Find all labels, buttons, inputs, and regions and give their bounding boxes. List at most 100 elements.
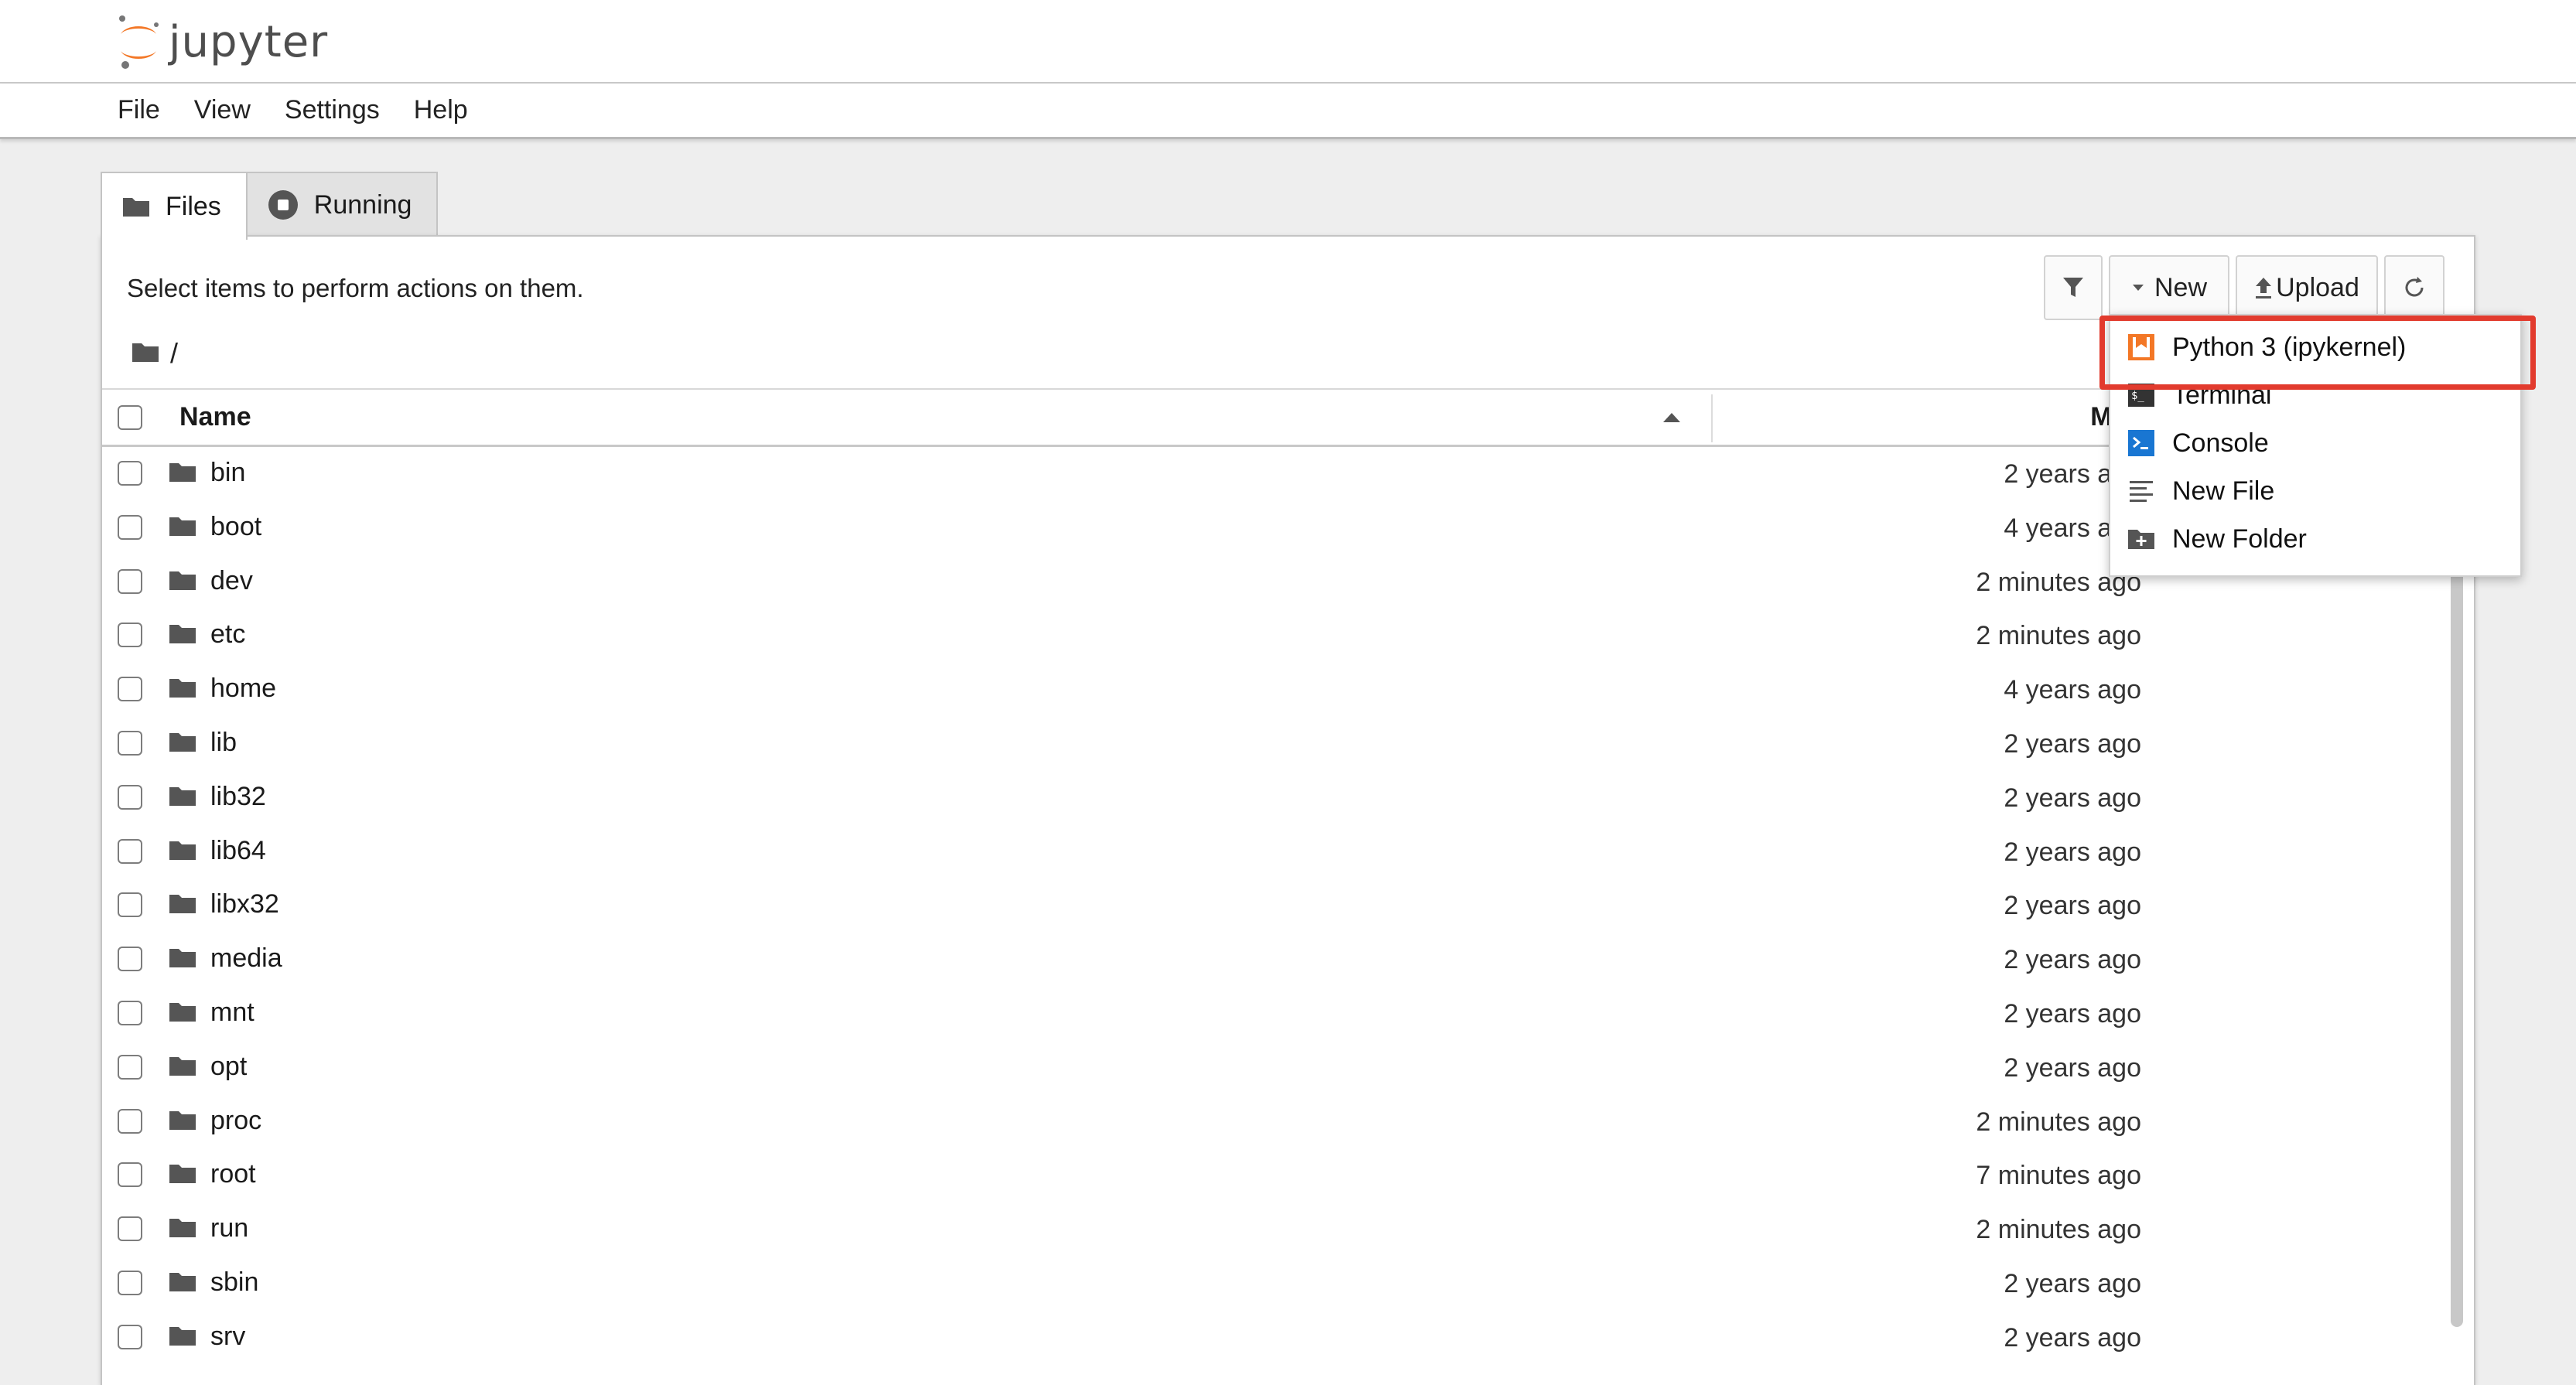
refresh-button[interactable]: [2384, 255, 2444, 320]
home-folder-icon[interactable]: [132, 337, 159, 370]
file-modified: 7 minutes ago: [1976, 1161, 2141, 1191]
file-name[interactable]: bin: [210, 458, 245, 488]
file-modified: 4 years ago: [2004, 675, 2141, 705]
top-header: jupyter: [0, 0, 2576, 84]
table-row[interactable]: libx32 2 years ago: [102, 878, 2474, 933]
row-checkbox[interactable]: [118, 892, 142, 918]
file-name[interactable]: proc: [210, 1106, 261, 1136]
row-checkbox[interactable]: [118, 947, 142, 972]
new-button-label: New: [2154, 272, 2208, 302]
sort-ascending-icon[interactable]: [1663, 413, 1680, 422]
folder-icon: [169, 461, 196, 486]
menu-item-terminal[interactable]: $_ Terminal: [2110, 371, 2520, 419]
menu-item-console[interactable]: Console: [2110, 419, 2520, 467]
file-name[interactable]: media: [210, 943, 282, 974]
table-row[interactable]: root 7 minutes ago: [102, 1148, 2474, 1202]
table-row[interactable]: opt 2 years ago: [102, 1041, 2474, 1095]
menu-help[interactable]: Help: [397, 95, 485, 125]
menu-item-new-folder[interactable]: New Folder: [2110, 515, 2520, 563]
row-checkbox[interactable]: [118, 623, 142, 648]
row-checkbox[interactable]: [118, 1324, 142, 1349]
folder-icon: [169, 892, 196, 918]
tab-bar: Files Running: [101, 172, 439, 240]
row-checkbox[interactable]: [118, 514, 142, 540]
vertical-scrollbar[interactable]: [2451, 461, 2463, 1327]
row-checkbox[interactable]: [118, 1162, 142, 1188]
folder-icon: [169, 1271, 196, 1296]
menu-file[interactable]: File: [101, 95, 177, 125]
row-checkbox[interactable]: [118, 677, 142, 702]
menu-item-python-notebook[interactable]: Python 3 (ipykernel): [2110, 323, 2520, 371]
row-checkbox[interactable]: [118, 1054, 142, 1080]
folder-icon: [169, 947, 196, 972]
file-name[interactable]: dev: [210, 566, 253, 596]
table-row[interactable]: lib 2 years ago: [102, 717, 2474, 771]
row-checkbox[interactable]: [118, 461, 142, 486]
table-row[interactable]: mnt 2 years ago: [102, 987, 2474, 1041]
row-checkbox[interactable]: [118, 1270, 142, 1295]
table-row[interactable]: srv 2 years ago: [102, 1311, 2474, 1365]
new-button[interactable]: New: [2109, 255, 2229, 320]
menu-view[interactable]: View: [177, 95, 268, 125]
breadcrumb: /: [132, 337, 178, 370]
row-checkbox[interactable]: [118, 568, 142, 594]
menu-item-label: Python 3 (ipykernel): [2172, 332, 2407, 362]
menu-item-label: New Folder: [2172, 524, 2307, 554]
logo-text: jupyter: [169, 16, 329, 67]
row-checkbox[interactable]: [118, 784, 142, 810]
tab-running[interactable]: Running: [245, 172, 439, 237]
row-checkbox[interactable]: [118, 1000, 142, 1025]
file-name[interactable]: boot: [210, 512, 261, 542]
upload-icon: [2256, 278, 2272, 298]
file-name[interactable]: srv: [210, 1322, 245, 1352]
file-modified: 2 minutes ago: [1976, 1215, 2141, 1245]
menu-settings[interactable]: Settings: [268, 95, 397, 125]
file-name[interactable]: sbin: [210, 1267, 258, 1298]
filter-icon: [2063, 278, 2083, 297]
jupyter-logo[interactable]: jupyter: [114, 11, 328, 73]
file-modified: 2 years ago: [2004, 998, 2141, 1029]
file-toolbar: New Upload: [2044, 255, 2451, 320]
upload-button[interactable]: Upload: [2236, 255, 2378, 320]
table-row[interactable]: proc 2 minutes ago: [102, 1095, 2474, 1149]
table-row[interactable]: lib64 2 years ago: [102, 825, 2474, 879]
column-divider[interactable]: [1711, 394, 1713, 442]
table-row[interactable]: lib32 2 years ago: [102, 771, 2474, 825]
row-checkbox[interactable]: [118, 730, 142, 756]
menu-item-new-file[interactable]: New File: [2110, 467, 2520, 515]
stop-circle-icon: [268, 189, 299, 220]
select-all-checkbox[interactable]: [118, 405, 142, 430]
table-row[interactable]: sbin 2 years ago: [102, 1257, 2474, 1311]
row-checkbox[interactable]: [118, 1108, 142, 1134]
tab-files-label: Files: [166, 191, 221, 221]
row-checkbox[interactable]: [118, 1216, 142, 1242]
file-modified: 2 years ago: [2004, 891, 2141, 921]
file-name[interactable]: libx32: [210, 889, 279, 919]
file-name[interactable]: run: [210, 1213, 248, 1243]
file-name[interactable]: home: [210, 674, 276, 704]
table-row[interactable]: home 4 years ago: [102, 663, 2474, 717]
table-row[interactable]: media 2 years ago: [102, 933, 2474, 987]
column-header-name[interactable]: Name: [179, 402, 251, 432]
file-name[interactable]: lib64: [210, 836, 266, 866]
tab-files[interactable]: Files: [101, 172, 248, 240]
file-name[interactable]: mnt: [210, 998, 255, 1028]
folder-icon: [169, 839, 196, 865]
file-name[interactable]: lib: [210, 728, 237, 758]
table-row[interactable]: run 2 minutes ago: [102, 1202, 2474, 1257]
filter-button[interactable]: [2044, 255, 2103, 320]
text-file-icon: [2126, 476, 2157, 507]
selection-hint: Select items to perform actions on them.: [127, 274, 584, 302]
file-modified: 2 years ago: [2004, 728, 2141, 759]
breadcrumb-path: /: [170, 337, 179, 369]
file-name[interactable]: etc: [210, 619, 245, 650]
table-row[interactable]: etc 2 minutes ago: [102, 609, 2474, 663]
file-modified: 2 years ago: [2004, 945, 2141, 975]
folder-icon: [169, 1109, 196, 1134]
terminal-icon: $_: [2126, 380, 2157, 411]
file-modified: 2 minutes ago: [1976, 1107, 2141, 1137]
file-name[interactable]: lib32: [210, 782, 266, 812]
file-name[interactable]: opt: [210, 1052, 247, 1082]
file-name[interactable]: root: [210, 1159, 256, 1189]
row-checkbox[interactable]: [118, 838, 142, 864]
